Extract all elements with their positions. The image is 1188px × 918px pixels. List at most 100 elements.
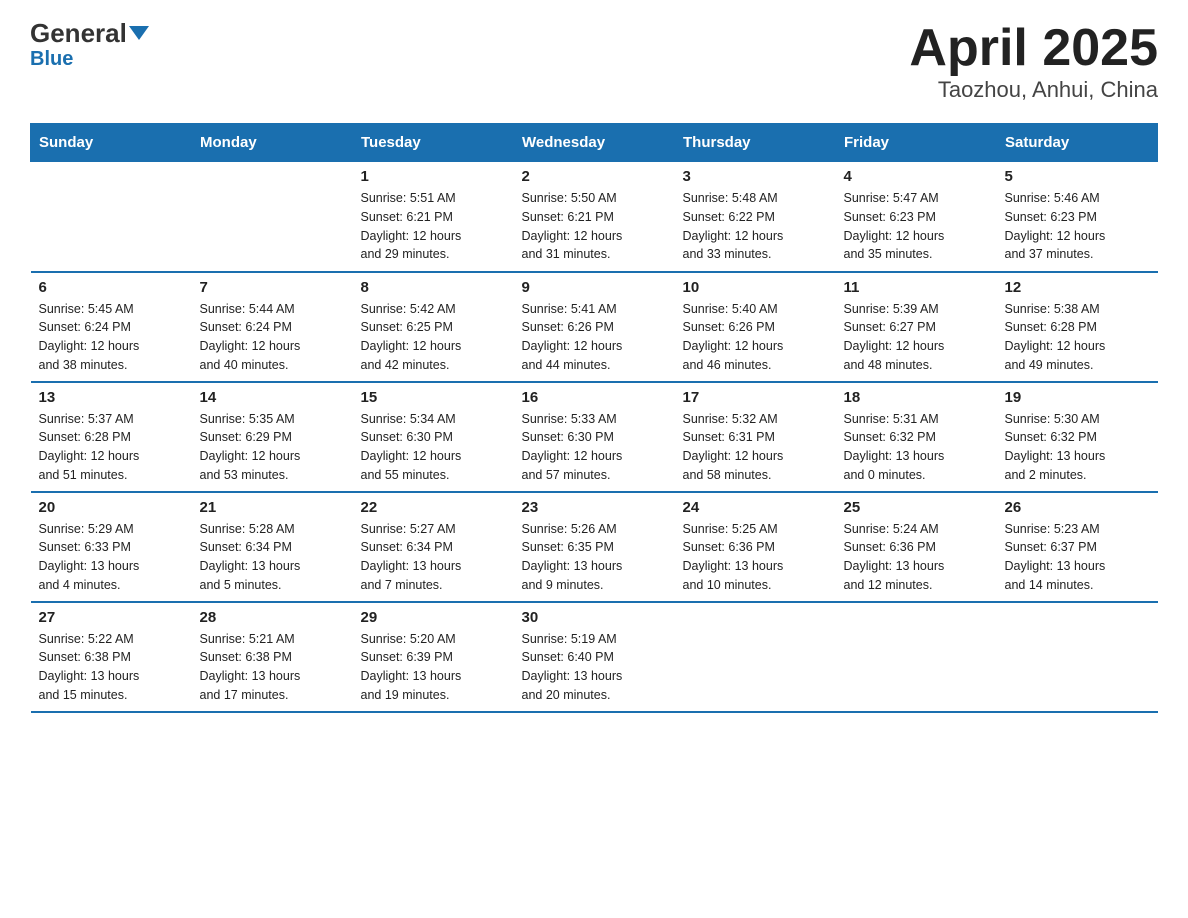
day-info: Sunrise: 5:20 AM Sunset: 6:39 PM Dayligh… [361, 630, 506, 705]
day-number: 4 [844, 168, 989, 185]
day-info: Sunrise: 5:51 AM Sunset: 6:21 PM Dayligh… [361, 189, 506, 264]
day-info: Sunrise: 5:37 AM Sunset: 6:28 PM Dayligh… [39, 410, 184, 485]
calendar-cell: 26 Sunrise: 5:23 AM Sunset: 6:37 PM Dayli… [997, 492, 1158, 602]
day-info: Sunrise: 5:19 AM Sunset: 6:40 PM Dayligh… [522, 630, 667, 705]
day-number: 30 [522, 609, 667, 626]
day-info: Sunrise: 5:27 AM Sunset: 6:34 PM Dayligh… [361, 520, 506, 595]
day-number: 10 [683, 279, 828, 296]
day-info: Sunrise: 5:42 AM Sunset: 6:25 PM Dayligh… [361, 300, 506, 375]
day-info: Sunrise: 5:45 AM Sunset: 6:24 PM Dayligh… [39, 300, 184, 375]
calendar-cell: 19 Sunrise: 5:30 AM Sunset: 6:32 PM Dayli… [997, 382, 1158, 492]
weekday-header-sunday: Sunday [31, 124, 192, 162]
calendar-cell [192, 162, 353, 272]
day-info: Sunrise: 5:25 AM Sunset: 6:36 PM Dayligh… [683, 520, 828, 595]
week-row-3: 13Sunrise: 5:37 AM Sunset: 6:28 PM Dayli… [31, 382, 1158, 492]
weekday-header-friday: Friday [836, 124, 997, 162]
day-number: 27 [39, 609, 184, 626]
day-info: Sunrise: 5:38 AM Sunset: 6:28 PM Dayligh… [1005, 300, 1150, 375]
calendar-cell: 23Sunrise: 5:26 AM Sunset: 6:35 PM Dayli… [514, 492, 675, 602]
calendar-cell: 11Sunrise: 5:39 AM Sunset: 6:27 PM Dayli… [836, 272, 997, 382]
calendar-cell: 9 Sunrise: 5:41 AM Sunset: 6:26 PM Daylig… [514, 272, 675, 382]
calendar-cell: 14 Sunrise: 5:35 AM Sunset: 6:29 PM Dayli… [192, 382, 353, 492]
calendar-cell: 28 Sunrise: 5:21 AM Sunset: 6:38 PM Dayli… [192, 602, 353, 712]
weekday-header-saturday: Saturday [997, 124, 1158, 162]
day-info: Sunrise: 5:33 AM Sunset: 6:30 PM Dayligh… [522, 410, 667, 485]
day-number: 19 [1005, 389, 1150, 406]
calendar-cell: 29 Sunrise: 5:20 AM Sunset: 6:39 PM Dayli… [353, 602, 514, 712]
calendar-cell: 21 Sunrise: 5:28 AM Sunset: 6:34 PM Dayli… [192, 492, 353, 602]
day-number: 22 [361, 499, 506, 516]
page-header: General Blue April 2025 Taozhou, Anhui, … [30, 20, 1158, 103]
day-info: Sunrise: 5:31 AM Sunset: 6:32 PM Dayligh… [844, 410, 989, 485]
weekday-header-monday: Monday [192, 124, 353, 162]
day-number: 25 [844, 499, 989, 516]
day-info: Sunrise: 5:32 AM Sunset: 6:31 PM Dayligh… [683, 410, 828, 485]
calendar-title: April 2025 [909, 20, 1158, 77]
day-number: 6 [39, 279, 184, 296]
day-info: Sunrise: 5:50 AM Sunset: 6:21 PM Dayligh… [522, 189, 667, 264]
day-info: Sunrise: 5:24 AM Sunset: 6:36 PM Dayligh… [844, 520, 989, 595]
day-info: Sunrise: 5:41 AM Sunset: 6:26 PM Dayligh… [522, 300, 667, 375]
day-number: 23 [522, 499, 667, 516]
day-number: 1 [361, 168, 506, 185]
day-number: 5 [1005, 168, 1150, 185]
week-row-2: 6 Sunrise: 5:45 AM Sunset: 6:24 PM Daylig… [31, 272, 1158, 382]
day-number: 9 [522, 279, 667, 296]
calendar-cell: 27 Sunrise: 5:22 AM Sunset: 6:38 PM Dayli… [31, 602, 192, 712]
calendar-cell: 7 Sunrise: 5:44 AM Sunset: 6:24 PM Daylig… [192, 272, 353, 382]
day-info: Sunrise: 5:30 AM Sunset: 6:32 PM Dayligh… [1005, 410, 1150, 485]
logo-general-text: General [30, 20, 127, 46]
weekday-header-row: SundayMondayTuesdayWednesdayThursdayFrid… [31, 124, 1158, 162]
weekday-header-thursday: Thursday [675, 124, 836, 162]
day-number: 28 [200, 609, 345, 626]
day-info: Sunrise: 5:39 AM Sunset: 6:27 PM Dayligh… [844, 300, 989, 375]
week-row-4: 20 Sunrise: 5:29 AM Sunset: 6:33 PM Dayli… [31, 492, 1158, 602]
day-number: 17 [683, 389, 828, 406]
calendar-table: SundayMondayTuesdayWednesdayThursdayFrid… [30, 123, 1158, 713]
calendar-cell: 24Sunrise: 5:25 AM Sunset: 6:36 PM Dayli… [675, 492, 836, 602]
calendar-cell: 4 Sunrise: 5:47 AM Sunset: 6:23 PM Daylig… [836, 162, 997, 272]
day-info: Sunrise: 5:47 AM Sunset: 6:23 PM Dayligh… [844, 189, 989, 264]
day-number: 7 [200, 279, 345, 296]
day-info: Sunrise: 5:22 AM Sunset: 6:38 PM Dayligh… [39, 630, 184, 705]
calendar-cell: 1 Sunrise: 5:51 AM Sunset: 6:21 PM Daylig… [353, 162, 514, 272]
weekday-header-tuesday: Tuesday [353, 124, 514, 162]
calendar-cell: 13Sunrise: 5:37 AM Sunset: 6:28 PM Dayli… [31, 382, 192, 492]
day-info: Sunrise: 5:44 AM Sunset: 6:24 PM Dayligh… [200, 300, 345, 375]
week-row-5: 27 Sunrise: 5:22 AM Sunset: 6:38 PM Dayli… [31, 602, 1158, 712]
calendar-cell [675, 602, 836, 712]
day-number: 12 [1005, 279, 1150, 296]
logo: General Blue [30, 20, 149, 71]
calendar-cell [31, 162, 192, 272]
calendar-cell: 12 Sunrise: 5:38 AM Sunset: 6:28 PM Dayli… [997, 272, 1158, 382]
day-info: Sunrise: 5:23 AM Sunset: 6:37 PM Dayligh… [1005, 520, 1150, 595]
day-number: 29 [361, 609, 506, 626]
day-info: Sunrise: 5:48 AM Sunset: 6:22 PM Dayligh… [683, 189, 828, 264]
day-info: Sunrise: 5:46 AM Sunset: 6:23 PM Dayligh… [1005, 189, 1150, 264]
calendar-cell: 3Sunrise: 5:48 AM Sunset: 6:22 PM Daylig… [675, 162, 836, 272]
weekday-header-wednesday: Wednesday [514, 124, 675, 162]
day-number: 16 [522, 389, 667, 406]
calendar-cell: 8 Sunrise: 5:42 AM Sunset: 6:25 PM Daylig… [353, 272, 514, 382]
day-info: Sunrise: 5:35 AM Sunset: 6:29 PM Dayligh… [200, 410, 345, 485]
calendar-cell: 15Sunrise: 5:34 AM Sunset: 6:30 PM Dayli… [353, 382, 514, 492]
calendar-cell: 2 Sunrise: 5:50 AM Sunset: 6:21 PM Daylig… [514, 162, 675, 272]
day-number: 21 [200, 499, 345, 516]
day-info: Sunrise: 5:21 AM Sunset: 6:38 PM Dayligh… [200, 630, 345, 705]
logo-arrow-icon [129, 26, 149, 40]
calendar-cell: 20 Sunrise: 5:29 AM Sunset: 6:33 PM Dayli… [31, 492, 192, 602]
day-info: Sunrise: 5:34 AM Sunset: 6:30 PM Dayligh… [361, 410, 506, 485]
day-number: 14 [200, 389, 345, 406]
calendar-cell [836, 602, 997, 712]
calendar-cell: 30 Sunrise: 5:19 AM Sunset: 6:40 PM Dayli… [514, 602, 675, 712]
day-number: 8 [361, 279, 506, 296]
day-info: Sunrise: 5:28 AM Sunset: 6:34 PM Dayligh… [200, 520, 345, 595]
calendar-cell: 16 Sunrise: 5:33 AM Sunset: 6:30 PM Dayli… [514, 382, 675, 492]
day-info: Sunrise: 5:29 AM Sunset: 6:33 PM Dayligh… [39, 520, 184, 595]
day-number: 20 [39, 499, 184, 516]
calendar-cell: 5 Sunrise: 5:46 AM Sunset: 6:23 PM Daylig… [997, 162, 1158, 272]
calendar-cell: 10 Sunrise: 5:40 AM Sunset: 6:26 PM Dayli… [675, 272, 836, 382]
day-number: 26 [1005, 499, 1150, 516]
day-info: Sunrise: 5:40 AM Sunset: 6:26 PM Dayligh… [683, 300, 828, 375]
day-number: 2 [522, 168, 667, 185]
